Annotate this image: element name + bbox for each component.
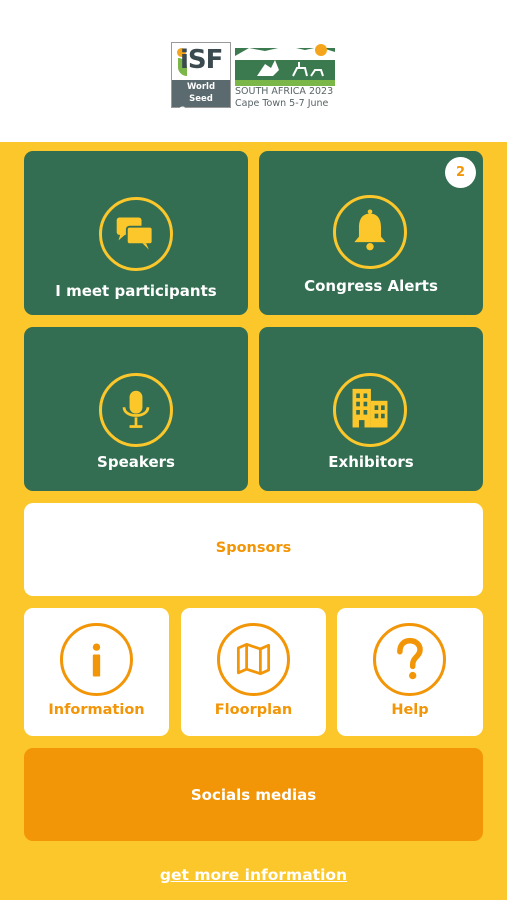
- congress-alerts-label: Congress Alerts: [304, 277, 438, 295]
- exhibitors-label: Exhibitors: [328, 453, 414, 471]
- isf-band-line1: World Seed: [186, 82, 216, 104]
- speakers-tile[interactable]: Speakers: [24, 327, 248, 491]
- info-icon: [60, 623, 133, 696]
- event-name-text: SOUTH AFRICA 2023: [235, 86, 334, 97]
- meet-participants-tile[interactable]: I meet participants: [24, 151, 248, 315]
- event-date-text: Cape Town 5-7 June: [235, 98, 329, 109]
- alerts-count-badge: 2: [445, 157, 476, 188]
- microphone-icon: [99, 373, 173, 447]
- floorplan-tile[interactable]: Floorplan: [181, 608, 326, 736]
- sponsors-tile[interactable]: Sponsors: [24, 503, 483, 596]
- congress-alerts-tile[interactable]: 2 Congress Alerts: [259, 151, 483, 315]
- floorplan-label: Floorplan: [214, 702, 293, 718]
- get-more-information-link[interactable]: get more information: [0, 866, 507, 884]
- isf-band-line2: Congress: [178, 106, 224, 116]
- chat-bubbles-icon: [99, 197, 173, 271]
- sponsors-label: Sponsors: [215, 540, 292, 556]
- isf-logo-band: World Seed Congress: [172, 80, 230, 116]
- socials-media-label: Socials medias: [190, 786, 317, 804]
- information-tile[interactable]: Information: [24, 608, 169, 736]
- building-icon: [333, 373, 407, 447]
- help-tile[interactable]: Help: [337, 608, 483, 736]
- socials-media-button[interactable]: Socials medias: [24, 748, 483, 841]
- home-grid: I meet participants 2 Congress Alerts Sp…: [0, 142, 507, 900]
- isf-logo-text: iSF: [180, 45, 223, 75]
- meet-participants-label: I meet participants: [55, 282, 217, 300]
- exhibitors-tile[interactable]: Exhibitors: [259, 327, 483, 491]
- map-icon: [217, 623, 290, 696]
- information-label: Information: [48, 702, 145, 718]
- event-logo: iSF World Seed Congress SOUTH AFRICA 202…: [171, 42, 337, 116]
- app-header: iSF World Seed Congress SOUTH AFRICA 202…: [0, 0, 507, 142]
- bell-icon: [333, 195, 407, 269]
- south-africa-landscape-logo: [235, 44, 335, 86]
- question-icon: [373, 623, 446, 696]
- speakers-label: Speakers: [97, 453, 175, 471]
- isf-logo: iSF World Seed Congress: [171, 42, 231, 116]
- help-label: Help: [391, 702, 429, 718]
